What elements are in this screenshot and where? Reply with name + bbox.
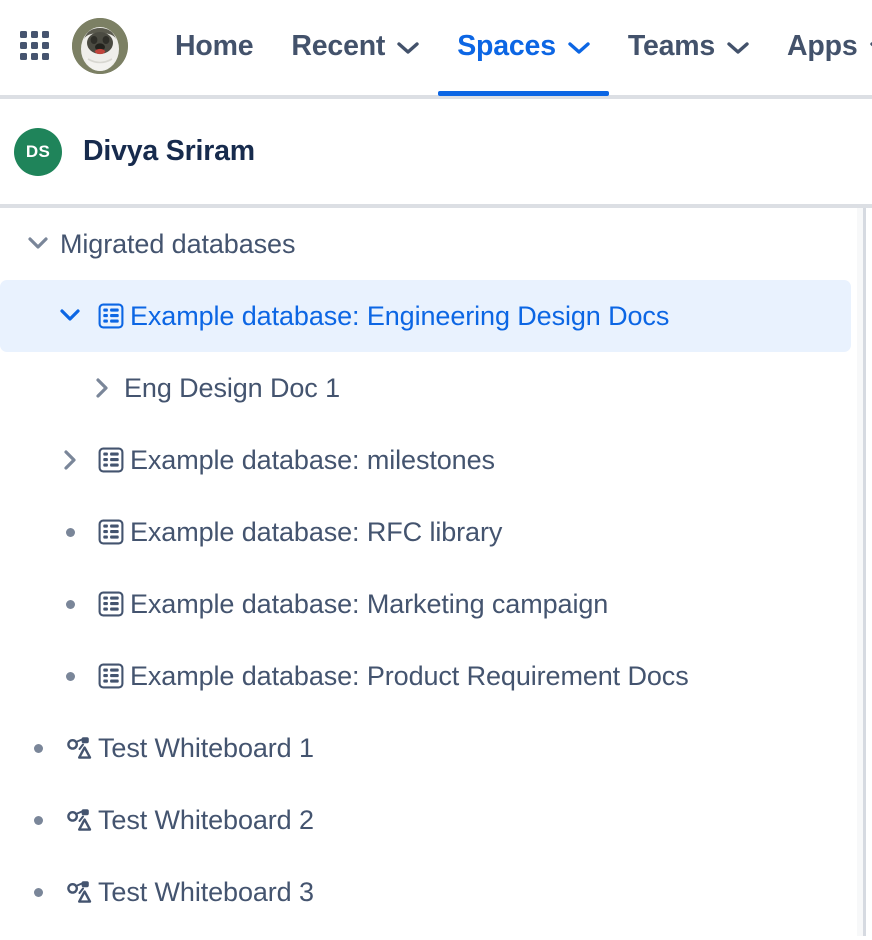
tree-row[interactable]: Example database: Engineering Design Doc…	[0, 280, 851, 352]
space-content-tree: Migrated databases Example database: Engi…	[0, 208, 866, 936]
vertical-scrollbar[interactable]	[857, 208, 863, 936]
database-icon	[97, 518, 125, 546]
top-nav-items: Home Recent Spaces Teams Apps	[156, 0, 872, 96]
nav-item-teams[interactable]: Teams	[609, 0, 768, 92]
whiteboard-icon	[60, 806, 98, 834]
whiteboard-icon	[60, 878, 98, 906]
whiteboard-icon	[65, 734, 93, 762]
grid-dot	[31, 31, 38, 38]
database-icon	[92, 590, 130, 618]
tree-row[interactable]: Eng Design Doc 1	[0, 352, 851, 424]
tree-row-list: Migrated databases Example database: Engi…	[0, 208, 863, 928]
whiteboard-icon	[60, 734, 98, 762]
tree-expand-toggle[interactable]	[80, 377, 124, 399]
tree-row-label: Example database: Product Requirement Do…	[130, 660, 689, 691]
bullet-marker	[33, 743, 43, 753]
tree-bullet-slot	[16, 815, 60, 825]
tree-row[interactable]: Example database: RFC library	[0, 496, 851, 568]
database-icon	[92, 518, 130, 546]
chevron-down-icon	[59, 305, 81, 327]
tree-row-label: Example database: milestones	[130, 444, 495, 475]
grid-dot	[20, 42, 27, 49]
grid-dot	[20, 31, 27, 38]
tree-expand-toggle[interactable]	[16, 233, 60, 255]
database-icon	[92, 446, 130, 474]
grid-dot	[42, 42, 49, 49]
tree-bullet-slot	[16, 743, 60, 753]
bullet-marker	[33, 887, 43, 897]
tree-row[interactable]: Test Whiteboard 3	[0, 856, 851, 928]
nav-item-label: Teams	[627, 29, 716, 62]
bullet-marker	[65, 671, 75, 681]
bullet-marker	[65, 527, 75, 537]
chevron-down-icon	[27, 233, 49, 255]
tree-row-label: Eng Design Doc 1	[124, 372, 341, 403]
tree-bullet-slot	[48, 527, 92, 537]
grid-dot	[31, 53, 38, 60]
page-title: Divya Sriram	[83, 135, 255, 167]
grid-dot	[42, 31, 49, 38]
tree-row[interactable]: Example database: milestones	[0, 424, 851, 496]
chevron-down-icon	[727, 30, 749, 63]
chevron-down-icon	[397, 30, 419, 63]
whiteboard-icon	[65, 878, 93, 906]
tree-row[interactable]: Test Whiteboard 2	[0, 784, 851, 856]
tree-expand-toggle[interactable]	[48, 449, 92, 471]
tree-row-label: Test Whiteboard 3	[98, 876, 314, 907]
app-switcher-grid-icon[interactable]	[20, 31, 50, 61]
tree-row-label: Example database: RFC library	[130, 516, 503, 547]
tree-row[interactable]: Example database: Product Requirement Do…	[0, 640, 851, 712]
bullet-marker	[65, 599, 75, 609]
database-icon	[92, 662, 130, 690]
whiteboard-icon	[65, 806, 93, 834]
tree-row-label: Migrated databases	[60, 228, 296, 259]
bullet-marker	[33, 815, 43, 825]
tree-row-label: Example database: Marketing campaign	[130, 588, 609, 619]
database-icon	[97, 662, 125, 690]
chevron-right-icon	[59, 449, 81, 471]
tree-row[interactable]: Example database: Marketing campaign	[0, 568, 851, 640]
tree-row[interactable]: Migrated databases	[0, 208, 851, 280]
database-icon	[97, 446, 125, 474]
tree-bullet-slot	[48, 599, 92, 609]
tree-row-label: Test Whiteboard 2	[98, 804, 314, 835]
nav-item-label: Spaces	[457, 29, 556, 62]
tree-bullet-slot	[16, 887, 60, 897]
nav-item-spaces[interactable]: Spaces	[438, 0, 609, 96]
avatar[interactable]: DS	[14, 127, 62, 176]
chevron-down-icon	[568, 30, 590, 63]
tree-row-label: Test Whiteboard 1	[98, 732, 314, 763]
grid-dot	[42, 53, 49, 60]
chevron-right-icon	[91, 377, 113, 399]
database-icon	[97, 302, 125, 330]
top-navigation-bar: Home Recent Spaces Teams Apps	[0, 0, 872, 99]
nav-item-apps[interactable]: Apps	[768, 0, 872, 92]
tree-expand-toggle[interactable]	[48, 305, 92, 327]
grid-dot	[31, 42, 38, 49]
tree-bullet-slot	[48, 671, 92, 681]
avatar-initials: DS	[25, 141, 51, 161]
nav-item-label: Recent	[291, 29, 386, 62]
nav-item-recent[interactable]: Recent	[272, 0, 438, 92]
nav-item-home[interactable]: Home	[156, 0, 272, 92]
database-icon	[97, 590, 125, 618]
space-header: DS Divya Sriram	[0, 99, 872, 208]
nav-item-label: Apps	[787, 29, 858, 62]
user-profile-photo-avatar[interactable]	[72, 18, 128, 74]
active-tab-indicator	[438, 91, 609, 96]
grid-dot	[20, 53, 27, 60]
tree-row-label: Example database: Engineering Design Doc…	[130, 300, 670, 331]
nav-item-label: Home	[175, 29, 254, 62]
database-icon	[92, 302, 130, 330]
tree-row[interactable]: Test Whiteboard 1	[0, 712, 851, 784]
